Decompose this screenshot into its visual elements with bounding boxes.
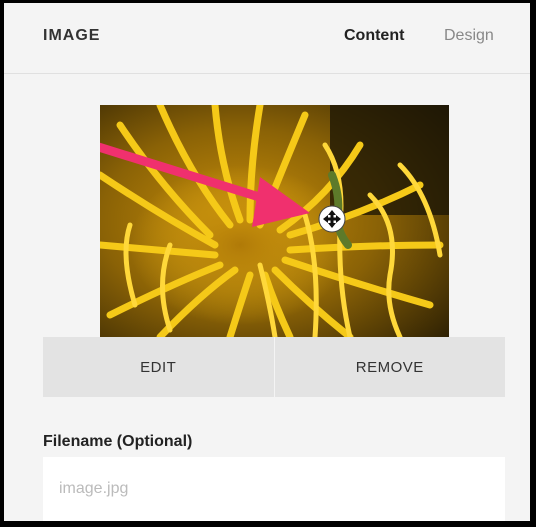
panel-header: IMAGE Content Design bbox=[4, 3, 530, 74]
flower-photo bbox=[100, 105, 449, 337]
image-block-editor-panel: IMAGE Content Design EDIT REMOVE Filenam… bbox=[4, 3, 530, 521]
image-actions: EDIT REMOVE bbox=[43, 337, 505, 397]
move-cursor-icon bbox=[318, 205, 346, 233]
tab-design[interactable]: Design bbox=[444, 27, 494, 45]
tab-content[interactable]: Content bbox=[344, 27, 404, 45]
filename-input[interactable] bbox=[43, 457, 505, 521]
image-preview[interactable] bbox=[100, 105, 449, 337]
edit-button[interactable]: EDIT bbox=[43, 337, 274, 397]
remove-button[interactable]: REMOVE bbox=[273, 337, 505, 397]
filename-label: Filename (Optional) bbox=[43, 433, 193, 450]
panel-title: IMAGE bbox=[43, 27, 101, 44]
